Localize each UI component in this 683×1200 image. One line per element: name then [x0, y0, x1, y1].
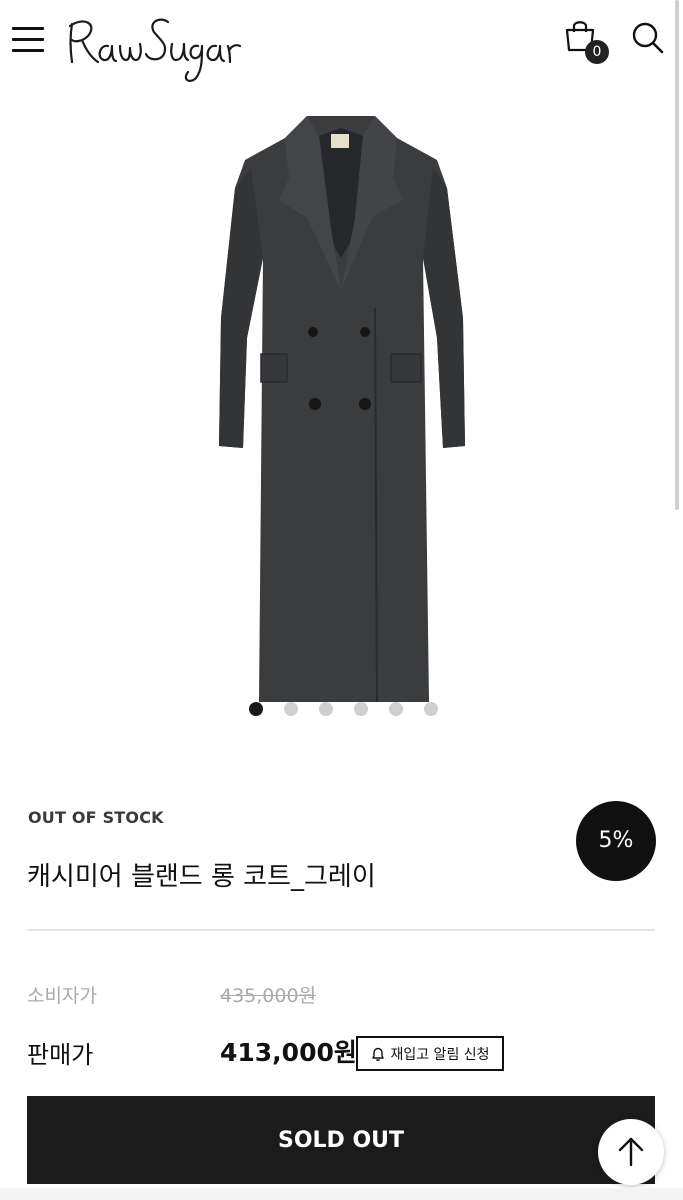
stock-status: OUT OF STOCK [28, 808, 164, 827]
restock-alert-button[interactable]: 재입고 알림 신청 [356, 1036, 504, 1071]
bottom-strip [0, 1188, 683, 1200]
divider [27, 929, 655, 931]
hamburger-menu-icon [12, 27, 44, 30]
cart-count-badge: 0 [585, 40, 609, 64]
carousel-pagination [0, 702, 683, 718]
carousel-dot[interactable] [249, 702, 263, 716]
product-image-gallery[interactable] [0, 90, 683, 730]
sale-price: 413,000원 [220, 1038, 357, 1067]
bell-icon [372, 1047, 385, 1061]
retail-price: 435,000원 [220, 985, 317, 1007]
product-name: 캐시미어 블랜드 롱 코트_그레이 [27, 862, 376, 892]
restock-alert-label: 재입고 알림 신청 [390, 1046, 490, 1063]
carousel-dot[interactable] [354, 702, 368, 716]
search-icon [632, 22, 664, 54]
cart-button[interactable]: 0 [563, 18, 611, 66]
carousel-dot[interactable] [319, 702, 333, 716]
menu-button[interactable] [12, 27, 46, 53]
scroll-to-top-button[interactable] [598, 1119, 664, 1185]
arrow-up-icon [618, 1137, 644, 1167]
header: 0 [0, 0, 683, 90]
sold-out-button[interactable]: SOLD OUT [27, 1096, 655, 1184]
carousel-dot[interactable] [424, 702, 438, 716]
brand-logo[interactable] [64, 8, 244, 84]
retail-price-label: 소비자가 [27, 985, 97, 1007]
product-image [219, 116, 465, 703]
carousel-dot[interactable] [389, 702, 403, 716]
sale-price-label: 판매가 [27, 1041, 94, 1069]
carousel-dot[interactable] [284, 702, 298, 716]
search-button[interactable] [630, 20, 666, 56]
discount-badge: 5% [576, 801, 656, 881]
